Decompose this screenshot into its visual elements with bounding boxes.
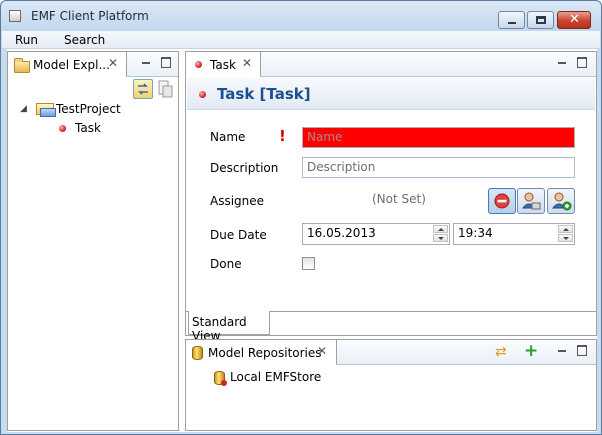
- model-explorer-header: Model Expl... ✕: [8, 52, 178, 77]
- tree-item-task[interactable]: Task: [75, 121, 101, 135]
- panel-minimize-button[interactable]: [140, 56, 152, 68]
- due-date-field[interactable]: 16.05.2013: [302, 223, 450, 245]
- maximize-button[interactable]: [527, 11, 554, 29]
- plus-icon[interactable]: +: [524, 341, 538, 361]
- tree-expand-icon[interactable]: ◢: [20, 104, 27, 114]
- name-label: Name: [210, 130, 246, 144]
- date-spinner[interactable]: [433, 225, 448, 242]
- due-date-label: Due Date: [210, 228, 267, 242]
- done-checkbox[interactable]: [302, 257, 315, 270]
- close-icon[interactable]: ✕: [317, 344, 327, 358]
- minimize-icon: [508, 22, 516, 24]
- menu-run[interactable]: Run: [15, 33, 38, 47]
- window-title: EMF Client Platform: [31, 9, 149, 23]
- application-window: EMF Client Platform ✕ Run Search Model E…: [0, 0, 602, 435]
- due-time-value: 19:34: [458, 226, 493, 240]
- select-assignee-button[interactable]: [517, 188, 545, 214]
- maximize-icon: [536, 16, 546, 24]
- editor-title-bar: Task [Task]: [187, 78, 595, 110]
- description-label: Description: [210, 161, 279, 175]
- menu-bar: Run Search: [2, 31, 600, 49]
- model-repositories-panel: Model Repositories ✕ ⇄ + Local EMFStore: [185, 339, 597, 431]
- editor-title: Task [Task]: [217, 85, 311, 103]
- user-select-icon: [521, 192, 541, 210]
- due-time-field[interactable]: 19:34: [453, 223, 575, 245]
- tab-label: Model Expl...: [33, 58, 110, 72]
- tab-task[interactable]: Task ✕: [186, 52, 261, 77]
- workbench: Model Expl... ✕ ◢ TestProject Task Task …: [7, 49, 597, 432]
- panel-maximize-button[interactable]: [160, 56, 172, 68]
- new-file-icon[interactable]: [156, 79, 176, 99]
- editor-header: Task ✕: [186, 52, 596, 77]
- close-icon[interactable]: ✕: [108, 56, 118, 70]
- close-icon: ✕: [569, 12, 580, 27]
- assignee-label: Assignee: [210, 194, 265, 208]
- title-bar[interactable]: EMF Client Platform ✕: [1, 1, 601, 31]
- panel-maximize-button[interactable]: [576, 56, 588, 68]
- refresh-icon[interactable]: ⇄: [495, 344, 507, 360]
- application-icon: [9, 10, 21, 22]
- assignee-value: (Not Set): [372, 192, 426, 206]
- tab-label: Task: [210, 58, 236, 72]
- tab-model-explorer[interactable]: Model Expl... ✕: [8, 52, 127, 77]
- user-add-icon: [551, 192, 572, 211]
- panel-minimize-button[interactable]: [556, 56, 568, 68]
- repositories-header: Model Repositories ✕ ⇄ +: [186, 340, 596, 365]
- tab-label: Model Repositories: [208, 346, 322, 360]
- list-item-local-emfstore[interactable]: Local EMFStore: [230, 370, 321, 384]
- task-editor-panel: Task ✕ Task [Task] Name ! Name Descripti…: [185, 51, 597, 343]
- unset-assignee-button[interactable]: [488, 188, 516, 214]
- panel-maximize-button[interactable]: [576, 344, 588, 356]
- name-field[interactable]: Name: [302, 127, 575, 148]
- tree-item-testproject[interactable]: TestProject: [56, 102, 121, 116]
- time-spinner[interactable]: [558, 225, 573, 242]
- tab-model-repositories[interactable]: Model Repositories ✕: [186, 340, 337, 365]
- error-mark-icon: !: [279, 127, 286, 145]
- close-button[interactable]: ✕: [557, 11, 591, 29]
- due-date-value: 16.05.2013: [307, 226, 376, 240]
- link-editor-icon[interactable]: [133, 79, 153, 99]
- panel-minimize-button[interactable]: [556, 344, 568, 356]
- description-field[interactable]: Description: [302, 157, 575, 178]
- model-explorer-panel: Model Expl... ✕ ◢ TestProject Task: [7, 51, 179, 431]
- tab-standard-view[interactable]: Standard View: [188, 311, 270, 343]
- add-assignee-button[interactable]: [547, 188, 575, 214]
- done-label: Done: [210, 257, 242, 271]
- minimize-button[interactable]: [498, 11, 525, 29]
- menu-search[interactable]: Search: [64, 33, 105, 47]
- close-icon[interactable]: ✕: [242, 56, 252, 70]
- remove-icon: [494, 193, 510, 209]
